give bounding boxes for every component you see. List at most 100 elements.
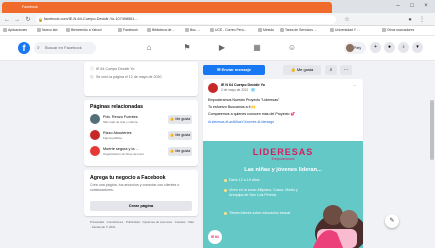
post-options-icon[interactable]: ⋯ — [353, 84, 357, 88]
home-icon[interactable]: ⌂ — [142, 42, 156, 54]
url-text: facebook.com/IE-N-64-Cuerpo-Decidir-Yo-1… — [44, 17, 138, 21]
info-icon: ⓘ — [90, 66, 94, 71]
post-text-line: Empoderamos Nuestro Proyecto "Lideresas" — [208, 98, 280, 102]
bookmark-icon — [185, 28, 189, 33]
post-time[interactable]: 2 de mayo de 2021 · 🌐 — [221, 88, 255, 92]
star-icon[interactable]: ☆ — [343, 16, 351, 24]
marketplace-icon[interactable]: ▦ — [250, 42, 264, 54]
minimize-icon[interactable]: – — [392, 2, 404, 10]
bookmark-icon — [37, 28, 41, 33]
poster-headline: Las niñas y jóvenes lideran... — [244, 167, 322, 173]
bookmark-item[interactable]: UCE - Correo Perú... — [210, 28, 246, 33]
poster-illustration — [313, 205, 363, 248]
right-column: ✉ Enviar mensaje 👍 Me gusta ⌕ ⋯ IE N 64 … — [203, 62, 363, 248]
post-image[interactable]: LIDERESAS Empoderamos Las niñas y jóvene… — [203, 141, 363, 248]
create-icon[interactable]: + — [370, 42, 381, 53]
search-icon[interactable]: ⌕ — [325, 65, 337, 75]
post-text-line: Tu esfuerzo Buscamos a ti 🙌 — [208, 105, 256, 109]
search-icon: ⌕ — [37, 45, 40, 51]
menu-icon[interactable]: ⋮ — [418, 16, 426, 24]
post-hashtags[interactable]: #Lideresas #LasNiñasYJóvenes #Liderazgo — [208, 120, 274, 124]
related-page-name[interactable]: Pdo. Renzo Fuentes — [103, 115, 138, 119]
scrollbar-thumb[interactable] — [430, 100, 434, 160]
thumbs-up-icon: 👍 — [169, 117, 175, 121]
related-page-category: Sitio web de arte y cultura — [103, 120, 138, 124]
poster-subtitle: Empoderamos — [271, 157, 295, 161]
avatar[interactable] — [208, 83, 218, 93]
bookmark-item[interactable]: Biblioteca de ... — [147, 28, 175, 33]
related-pages-title: Páginas relacionadas — [90, 104, 144, 110]
poster-bullet: Darío 12 a 19 años — [224, 178, 309, 183]
thumbs-up-icon: 👍 — [290, 67, 296, 72]
like-button[interactable]: 👍 Me gusta — [168, 131, 192, 140]
info-card: ⓘ IE 64 Cuerpo Decidir Yo ◷ Se creó la pág… — [84, 62, 198, 96]
bookmark-item[interactable]: Tarea de Servicios ... — [280, 28, 317, 33]
post-author[interactable]: IE N 64 Cuerpo Decidir Yo — [221, 83, 265, 87]
promo-title: Agrega tu negocio a Facebook — [90, 175, 166, 181]
bullet-icon — [224, 179, 227, 182]
like-button[interactable]: 👍 Me gusta — [168, 147, 192, 156]
forward-icon[interactable]: → — [13, 16, 21, 24]
bookmark-item[interactable]: Facebook — [118, 28, 138, 33]
bullet-icon — [224, 189, 227, 192]
bookmark-icon — [147, 28, 151, 33]
close-icon[interactable]: × — [420, 2, 432, 10]
poster-bullet: Tienes interés sobre educación sexual — [224, 211, 309, 216]
new-message-icon[interactable]: ✎ — [385, 214, 399, 228]
bookmark-item[interactable]: Bienvenido a Yahoo! — [66, 28, 102, 33]
related-page-name[interactable]: Muerte segura y la ... — [103, 147, 139, 151]
bookmark-icon — [66, 28, 70, 33]
footer-links[interactable]: Privacidad · Condiciones · Publicidad · … — [90, 220, 194, 229]
messenger-icon: ✉ — [217, 67, 221, 72]
like-button[interactable]: 👍 Me gusta — [168, 115, 192, 124]
watch-icon[interactable]: ▶ — [215, 42, 229, 54]
search-placeholder: Buscar en Facebook — [45, 45, 82, 50]
messenger-icon[interactable]: ● — [384, 42, 395, 53]
avatar — [90, 114, 100, 124]
maximize-icon[interactable]: □ — [406, 2, 418, 10]
url-input[interactable]: 🔒 facebook.com/IE-N-64-Cuerpo-Decidir-Yo… — [36, 15, 336, 24]
bookmark-item[interactable]: Aplicaciones — [3, 28, 27, 33]
bookmark-icon — [118, 28, 122, 33]
related-page-category: Organización sin fines de lucro — [103, 152, 145, 156]
back-icon[interactable]: ← — [3, 16, 11, 24]
related-page-row[interactable]: Pdo. Renzo Fuentes Sitio web de arte y c… — [90, 113, 192, 127]
profile-icon[interactable]: ● — [406, 16, 414, 24]
more-icon[interactable]: ⋯ — [340, 65, 352, 75]
notifications-icon[interactable]: ♪ — [398, 42, 409, 53]
tab-title: Facebook — [22, 5, 38, 9]
info-row: ⓘ IE 64 Cuerpo Decidir Yo — [90, 66, 135, 71]
related-page-row[interactable]: Rizzo Abouteries Figura pública 👍 Me gus… — [90, 129, 192, 143]
facebook-header: f ⌕ Buscar en Facebook ⌂ ⚑ ▶ ▦ ☺ Paty + … — [0, 37, 435, 61]
bookmark-item[interactable]: Nuevo tab — [37, 28, 57, 33]
related-page-row[interactable]: Muerte segura y la ... Organización sin … — [90, 145, 192, 159]
promo-text: Crea una página, tus anuncios y conectar… — [90, 183, 180, 192]
related-page-category: Figura pública — [103, 136, 122, 140]
facebook-logo-icon[interactable]: f — [18, 42, 30, 54]
info-row: ◷ Se creó la página el 12 de mayo de 2020 — [90, 74, 162, 79]
poster-bullet: Viven en la zona: Altiplano, Cusco, Medi… — [224, 188, 309, 197]
bookmark-icon — [210, 28, 214, 33]
bookmark-item[interactable]: Otros marcadores — [382, 28, 414, 33]
account-menu-icon[interactable]: ▾ — [412, 42, 423, 53]
bookmark-item[interactable]: Minedu — [258, 28, 274, 33]
reload-icon[interactable]: ↻ — [24, 16, 32, 24]
groups-icon[interactable]: ☺ — [285, 42, 299, 54]
profile-button[interactable]: Paty — [344, 42, 366, 54]
browser-titlebar: Facebook – □ × — [0, 0, 435, 13]
bookmark-item[interactable]: Bsc. ... — [185, 28, 200, 33]
page-like-button[interactable]: 👍 Me gusta — [283, 65, 321, 75]
bookmark-item[interactable]: Universidad Y ... — [330, 28, 360, 33]
post-card: IE N 64 Cuerpo Decidir Yo 2 de mayo de 2… — [203, 79, 363, 248]
related-page-name[interactable]: Rizzo Abouteries — [103, 131, 132, 135]
bookmark-icon — [258, 28, 262, 33]
search-input[interactable]: ⌕ Buscar en Facebook — [34, 42, 96, 54]
pages-icon[interactable]: ⚑ — [180, 42, 194, 54]
avatar — [90, 130, 100, 140]
send-message-button[interactable]: ✉ Enviar mensaje — [203, 65, 265, 75]
left-column: ⓘ IE 64 Cuerpo Decidir Yo ◷ Se creó la pág… — [84, 62, 198, 248]
avatar — [346, 44, 354, 52]
create-page-button[interactable]: Crear página — [90, 201, 192, 211]
browser-tab[interactable]: Facebook — [2, 2, 332, 13]
thumbs-up-icon: 👍 — [169, 149, 175, 153]
